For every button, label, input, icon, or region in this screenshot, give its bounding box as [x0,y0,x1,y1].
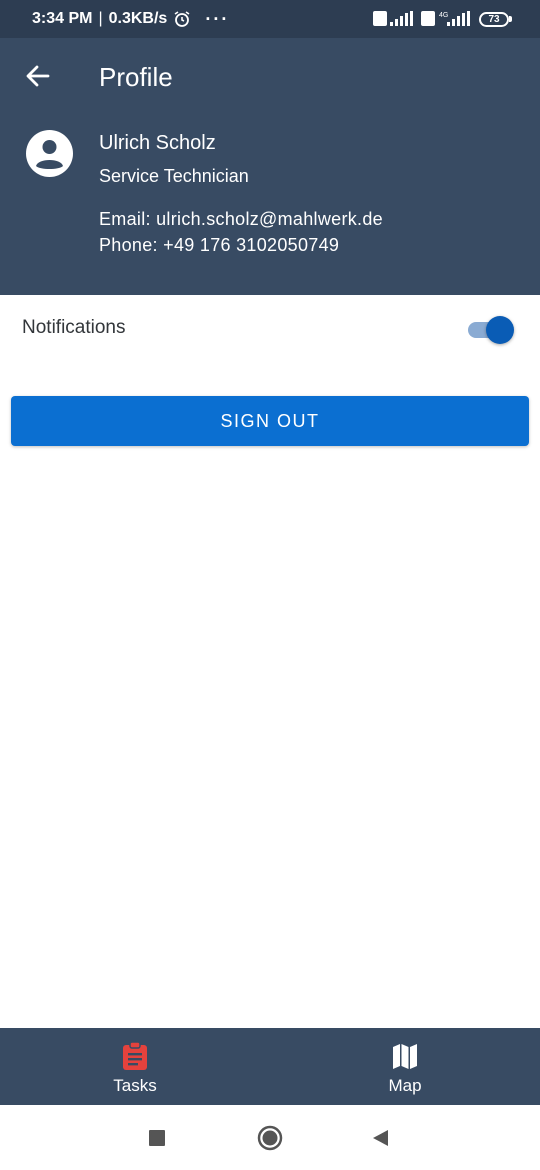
user-phone: Phone: +49 176 3102050749 [99,235,340,255]
notifications-toggle[interactable] [468,315,514,345]
nav-item-tasks[interactable]: Tasks [0,1028,270,1105]
user-email: Email: ulrich.scholz@mahlwerk.de [99,209,383,229]
volte-signal-4g-icon: 4G [421,10,473,28]
recent-apps-button[interactable] [142,1123,172,1153]
nav-label-map: Map [388,1076,422,1095]
svg-text:4G: 4G [439,12,448,19]
battery-icon: 73 [479,11,512,27]
status-right: 4G 73 [373,10,512,28]
more-notifications-icon: ··· [205,8,230,29]
battery-level: 73 [479,11,509,27]
notifications-label: Notifications [22,317,126,338]
profile-header: Profile Ulrich Scholz Service Technician… [0,38,540,295]
square-icon [149,1130,165,1146]
status-time: 3:34 PM [32,10,93,27]
system-nav-bar [0,1105,540,1170]
page-title: Profile [99,62,173,92]
toggle-thumb [486,316,514,344]
status-separator: | [98,10,103,27]
user-avatar-icon [26,130,73,177]
map-icon [389,1040,421,1072]
back-button[interactable] [22,60,54,92]
network-speed: 0.3KB/s [108,10,168,27]
user-name: Ulrich Scholz [99,132,216,154]
notifications-row: Notifications [0,295,540,363]
triangle-back-icon [373,1130,388,1146]
status-bar: 3:34 PM | 0.3KB/s ··· 4G 73 [0,0,540,38]
clipboard-icon [119,1040,151,1072]
bottom-nav: Tasks Map [0,1028,540,1105]
sign-out-button[interactable]: SIGN OUT [11,396,529,446]
nav-item-map[interactable]: Map [270,1028,540,1105]
circle-icon [257,1125,283,1151]
user-role: Service Technician [99,166,249,186]
status-left: 3:34 PM | 0.3KB/s ··· [32,9,229,30]
nav-label-tasks: Tasks [113,1076,157,1095]
system-back-button[interactable] [365,1123,395,1153]
alarm-icon [173,10,191,28]
volte-signal-icon [373,10,415,28]
arrow-left-icon [26,65,50,87]
home-button[interactable] [255,1123,285,1153]
